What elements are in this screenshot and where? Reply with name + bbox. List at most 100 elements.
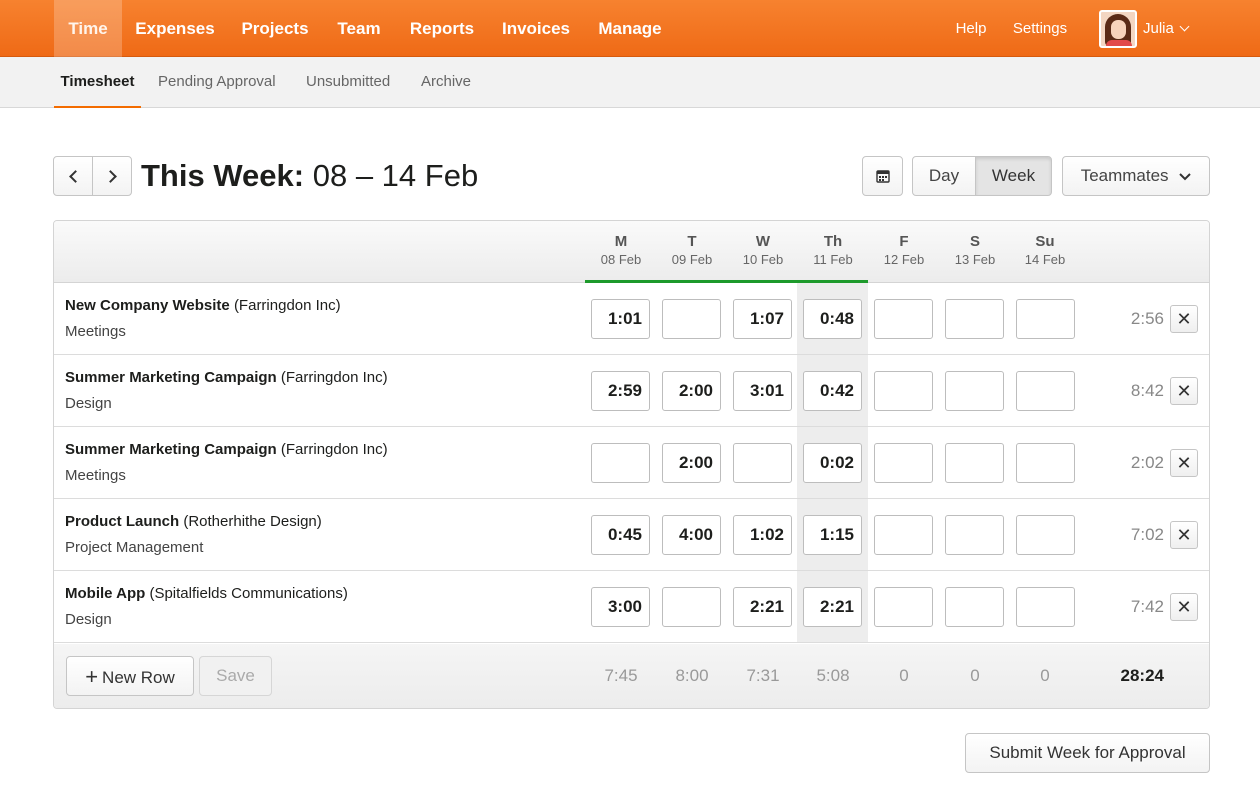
hours-input[interactable]: 1:15 [803, 515, 862, 555]
table-row: New Company Website (Farringdon Inc) Meet… [54, 283, 1209, 355]
delete-row-button[interactable]: ✕ [1170, 377, 1198, 405]
table-footer: + New Row Save 7:45 8:00 7:31 5:08 0 0 0 28:24 [54, 644, 1209, 708]
calendar-button[interactable] [862, 156, 903, 196]
hours-input[interactable]: 2:21 [803, 587, 862, 627]
hours-input[interactable]: 0:42 [803, 371, 862, 411]
tab-archive[interactable]: Archive [421, 57, 471, 108]
hours-input[interactable]: 3:01 [733, 371, 792, 411]
hours-input[interactable] [874, 299, 933, 339]
nav-time[interactable]: Time [54, 0, 122, 57]
hours-input[interactable] [591, 443, 650, 483]
prev-week-button[interactable] [53, 156, 93, 196]
hours-input[interactable] [945, 515, 1004, 555]
hours-input[interactable] [874, 371, 933, 411]
table-row: Summer Marketing Campaign (Farringdon In… [54, 427, 1209, 499]
close-icon: ✕ [1176, 597, 1192, 617]
calendar-icon [875, 170, 890, 183]
hours-input[interactable] [945, 299, 1004, 339]
nav-expenses[interactable]: Expenses [134, 0, 216, 57]
hours-input[interactable] [1016, 515, 1075, 555]
hours-input[interactable] [662, 299, 721, 339]
nav-team[interactable]: Team [335, 0, 383, 57]
nav-settings[interactable]: Settings [1009, 0, 1071, 57]
task-name: Project Management [65, 539, 204, 556]
hours-input[interactable]: 1:02 [733, 515, 792, 555]
day-header-mon: M 08 Feb [586, 233, 656, 268]
close-icon: ✕ [1176, 309, 1192, 329]
delete-row-button[interactable]: ✕ [1170, 305, 1198, 333]
hours-input[interactable] [945, 587, 1004, 627]
delete-row-button[interactable]: ✕ [1170, 521, 1198, 549]
next-week-button[interactable] [92, 156, 132, 196]
nav-reports[interactable]: Reports [407, 0, 477, 57]
hours-input[interactable]: 1:07 [733, 299, 792, 339]
hours-input[interactable] [874, 515, 933, 555]
tab-unsubmitted[interactable]: Unsubmitted [306, 57, 390, 108]
hours-input[interactable]: 1:01 [591, 299, 650, 339]
hours-input[interactable] [874, 443, 933, 483]
hours-input[interactable]: 4:00 [662, 515, 721, 555]
hours-input[interactable] [874, 587, 933, 627]
hours-input[interactable]: 2:21 [733, 587, 792, 627]
hours-input[interactable] [945, 371, 1004, 411]
teammates-dropdown[interactable]: Teammates [1062, 156, 1210, 196]
hours-input[interactable]: 0:45 [591, 515, 650, 555]
project-title: New Company Website [65, 297, 230, 314]
hours-input[interactable] [1016, 371, 1075, 411]
day-date: 09 Feb [671, 252, 713, 267]
hours-input[interactable] [662, 587, 721, 627]
day-date: 13 Feb [954, 252, 996, 267]
view-day-button[interactable]: Day [912, 156, 976, 196]
day-date: 12 Feb [883, 252, 925, 267]
day-date: 14 Feb [1024, 252, 1066, 267]
day-total: 0 [970, 666, 980, 685]
hours-input[interactable]: 0:02 [803, 443, 862, 483]
day-label: Su [1035, 233, 1055, 250]
nav-projects[interactable]: Projects [240, 0, 310, 57]
chevron-right-icon [103, 170, 117, 183]
day-total: 0 [899, 666, 909, 685]
submit-week-button[interactable]: Submit Week for Approval [965, 733, 1210, 773]
project-name: Summer Marketing Campaign (Farringdon In… [65, 441, 388, 458]
hours-input[interactable]: 2:00 [662, 443, 721, 483]
table-row: Mobile App (Spitalfields Communications)… [54, 571, 1209, 643]
save-button[interactable]: Save [199, 656, 272, 696]
close-icon: ✕ [1176, 381, 1192, 401]
table-row: Product Launch (Rotherhithe Design) Proje… [54, 499, 1209, 571]
project-name: Product Launch (Rotherhithe Design) [65, 513, 322, 530]
nav-invoices[interactable]: Invoices [500, 0, 572, 57]
new-row-button[interactable]: + New Row [66, 656, 194, 696]
hours-input[interactable]: 2:00 [662, 371, 721, 411]
hours-input[interactable] [1016, 299, 1075, 339]
hours-input[interactable] [1016, 443, 1075, 483]
hours-input[interactable]: 0:48 [803, 299, 862, 339]
hours-input[interactable]: 2:59 [591, 371, 650, 411]
delete-row-button[interactable]: ✕ [1170, 449, 1198, 477]
sub-nav: Timesheet Pending Approval Unsubmitted A… [0, 57, 1260, 108]
project-name: Summer Marketing Campaign (Farringdon In… [65, 369, 388, 386]
delete-row-button[interactable]: ✕ [1170, 593, 1198, 621]
day-label: F [899, 233, 909, 250]
tab-timesheet[interactable]: Timesheet [54, 57, 141, 108]
nav-manage[interactable]: Manage [595, 0, 665, 57]
task-name: Meetings [65, 323, 126, 340]
day-total: 8:00 [675, 666, 709, 685]
day-header-wed: W 10 Feb [728, 233, 798, 268]
hours-input[interactable] [733, 443, 792, 483]
hours-input[interactable] [945, 443, 1004, 483]
page-title: This Week: 08 – 14 Feb [141, 155, 478, 197]
nav-help[interactable]: Help [952, 0, 990, 57]
teammates-label: Teammates [1080, 166, 1169, 185]
close-icon: ✕ [1176, 525, 1192, 545]
client-name: (Farringdon Inc) [280, 441, 388, 458]
day-header-tue: T 09 Feb [657, 233, 727, 268]
user-menu[interactable]: Julia [1143, 0, 1199, 57]
top-nav: Time Expenses Projects Team Reports Invo… [0, 0, 1260, 57]
hours-input[interactable]: 3:00 [591, 587, 650, 627]
row-total: 2:02 [1130, 453, 1164, 472]
hours-input[interactable] [1016, 587, 1075, 627]
chevron-left-icon [68, 170, 82, 183]
avatar[interactable] [1099, 10, 1137, 48]
tab-pending-approval[interactable]: Pending Approval [158, 57, 276, 108]
view-week-button[interactable]: Week [975, 156, 1052, 196]
